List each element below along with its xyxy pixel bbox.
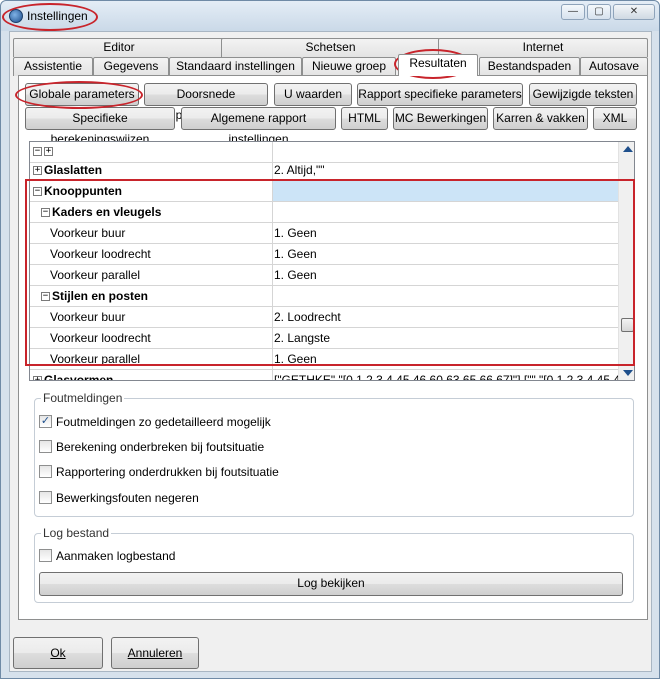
grid-row-voorkeur-buur[interactable]: Voorkeur buur 1. Geen bbox=[30, 223, 618, 244]
tab-editor[interactable]: Editor bbox=[13, 38, 225, 57]
subtab-mc-bewerkingen[interactable]: MC Bewerkingen bbox=[393, 107, 488, 130]
grid-row-glaslatten[interactable]: + Glaslatten 2. Altijd,"" bbox=[30, 160, 618, 181]
annuleren-button[interactable]: Annuleren bbox=[111, 637, 199, 669]
row-name: Voorkeur buur bbox=[50, 226, 126, 240]
row-name: Stijlen en posten bbox=[52, 289, 149, 303]
grid-row-kaders-en-vleugels[interactable]: − Kaders en vleugels bbox=[30, 202, 618, 223]
maximize-button[interactable]: ▢ bbox=[587, 4, 611, 20]
checkbox-label: Berekening onderbreken bij foutsituatie bbox=[56, 440, 265, 454]
row-name: Voorkeur buur bbox=[50, 310, 126, 324]
row-value[interactable]: ["GETHKE","[0,1,2,3,4,45,46,60,63,65,66,… bbox=[274, 373, 618, 380]
log-bekijken-button[interactable]: Log bekijken bbox=[39, 572, 623, 596]
grid-row-voorkeur-buur-2[interactable]: Voorkeur buur 2. Loodrecht bbox=[30, 307, 618, 328]
checkbox-label: Rapportering onderdrukken bij foutsituat… bbox=[56, 465, 279, 479]
close-button[interactable]: ✕ bbox=[613, 4, 655, 20]
property-grid[interactable]: − + + Glaslatten 2. Altijd,"" − Knooppun… bbox=[29, 141, 635, 381]
grid-row-knooppunten[interactable]: − Knooppunten bbox=[30, 181, 618, 202]
grid-row-voorkeur-parallel[interactable]: Voorkeur parallel 1. Geen bbox=[30, 265, 618, 286]
subtab-specifieke-berekeningswijzen[interactable]: Specifieke berekeningswijzen bbox=[25, 107, 175, 146]
tab-nieuwe-groep[interactable]: Nieuwe groep bbox=[302, 57, 396, 76]
ok-label: Ok bbox=[50, 646, 66, 660]
row-value[interactable]: 1. Geen bbox=[274, 247, 317, 261]
grid-row-stijlen-en-posten[interactable]: − Stijlen en posten bbox=[30, 286, 618, 307]
ok-button[interactable]: Ok bbox=[13, 637, 103, 669]
subtab-rapport-specifieke-parameters[interactable]: Rapport specifieke parameters bbox=[357, 83, 523, 106]
tab-standaard-instellingen[interactable]: Standaard instellingen bbox=[169, 57, 302, 76]
tab-resultaten[interactable]: Resultaten bbox=[398, 54, 478, 76]
checkbox-label: Bewerkingsfouten negeren bbox=[56, 491, 199, 505]
subtab-algemene-rapport-instellingen[interactable]: Algemene rapport instellingen bbox=[181, 107, 336, 146]
tab-autosave[interactable]: Autosave bbox=[580, 57, 648, 76]
group-legend: Foutmeldingen bbox=[41, 391, 125, 405]
checkbox-label: Foutmeldingen zo gedetailleerd mogelijk bbox=[56, 415, 271, 429]
expand-icon[interactable]: + bbox=[33, 166, 42, 175]
row-name: Voorkeur parallel bbox=[50, 268, 141, 282]
collapse-all-icon[interactable]: − bbox=[33, 147, 42, 156]
scroll-up-icon[interactable] bbox=[623, 146, 633, 152]
grid-scrollbar[interactable] bbox=[618, 142, 634, 380]
minimize-button[interactable]: — bbox=[561, 4, 585, 20]
selected-value-cell[interactable] bbox=[273, 181, 618, 201]
scroll-thumb[interactable] bbox=[621, 318, 634, 332]
row-name: Glaslatten bbox=[44, 163, 103, 177]
expand-icon[interactable]: + bbox=[33, 376, 42, 380]
checkbox-rapportering-onderdrukken[interactable] bbox=[39, 465, 52, 478]
subtab-xml[interactable]: XML bbox=[593, 107, 637, 130]
tab-bestandspaden[interactable]: Bestandspaden bbox=[479, 57, 580, 76]
checkbox-label: Aanmaken logbestand bbox=[56, 549, 176, 563]
row-value[interactable]: 2. Langste bbox=[274, 331, 330, 345]
grid-row-voorkeur-loodrecht[interactable]: Voorkeur loodrecht 1. Geen bbox=[30, 244, 618, 265]
row-name: Kaders en vleugels bbox=[52, 205, 162, 219]
row-value[interactable]: 1. Geen bbox=[274, 226, 317, 240]
row-name: Glasvormen bbox=[44, 373, 114, 381]
collapse-icon[interactable]: − bbox=[33, 187, 42, 196]
row-name: Voorkeur parallel bbox=[50, 352, 141, 366]
collapse-icon[interactable]: − bbox=[41, 208, 50, 217]
grid-row-glasvormen[interactable]: + Glasvormen ["GETHKE","[0,1,2,3,4,45,46… bbox=[30, 370, 618, 381]
row-value[interactable]: 2. Loodrecht bbox=[274, 310, 341, 324]
subtab-globale-parameters[interactable]: Globale parameters bbox=[25, 83, 139, 106]
settings-window: Instellingen — ▢ ✕ Editor Schetsen Inter… bbox=[0, 0, 660, 679]
tab-gegevens[interactable]: Gegevens bbox=[93, 57, 169, 76]
row-name: Voorkeur loodrecht bbox=[50, 247, 151, 261]
scroll-down-icon[interactable] bbox=[623, 370, 633, 376]
checkbox-aanmaken-logbestand[interactable] bbox=[39, 549, 52, 562]
checkbox-bewerkingsfouten-negeren[interactable] bbox=[39, 491, 52, 504]
subtab-karren-vakken[interactable]: Karren & vakken bbox=[493, 107, 588, 130]
grid-row-voorkeur-parallel-2[interactable]: Voorkeur parallel 1. Geen bbox=[30, 349, 618, 370]
checkbox-berekening-onderbreken[interactable] bbox=[39, 440, 52, 453]
subtab-html[interactable]: HTML bbox=[341, 107, 388, 130]
subtab-u-waarden[interactable]: U waarden bbox=[274, 83, 352, 106]
tab-assistentie[interactable]: Assistentie bbox=[13, 57, 93, 76]
title-bar[interactable]: Instellingen — ▢ ✕ bbox=[1, 1, 659, 31]
expand-all-icon[interactable]: + bbox=[44, 147, 53, 156]
subtab-gewijzigde-teksten[interactable]: Gewijzigde teksten bbox=[529, 83, 637, 106]
row-value[interactable]: 2. Altijd,"" bbox=[274, 163, 325, 177]
annuleren-label: Annuleren bbox=[127, 646, 183, 660]
row-value[interactable]: 1. Geen bbox=[274, 268, 317, 282]
subtab-doorsnede-parameters[interactable]: Doorsnede parameters bbox=[144, 83, 268, 122]
row-name: Voorkeur loodrecht bbox=[50, 331, 151, 345]
window-title: Instellingen bbox=[27, 9, 88, 23]
group-legend: Log bestand bbox=[41, 526, 112, 540]
grid-row-voorkeur-loodrecht-2[interactable]: Voorkeur loodrecht 2. Langste bbox=[30, 328, 618, 349]
app-icon bbox=[9, 9, 23, 23]
row-value[interactable]: 1. Geen bbox=[274, 352, 317, 366]
row-name: Knooppunten bbox=[44, 184, 122, 198]
checkbox-foutmeldingen-gedetailleerd[interactable]: ✓ bbox=[39, 415, 52, 428]
collapse-icon[interactable]: − bbox=[41, 292, 50, 301]
